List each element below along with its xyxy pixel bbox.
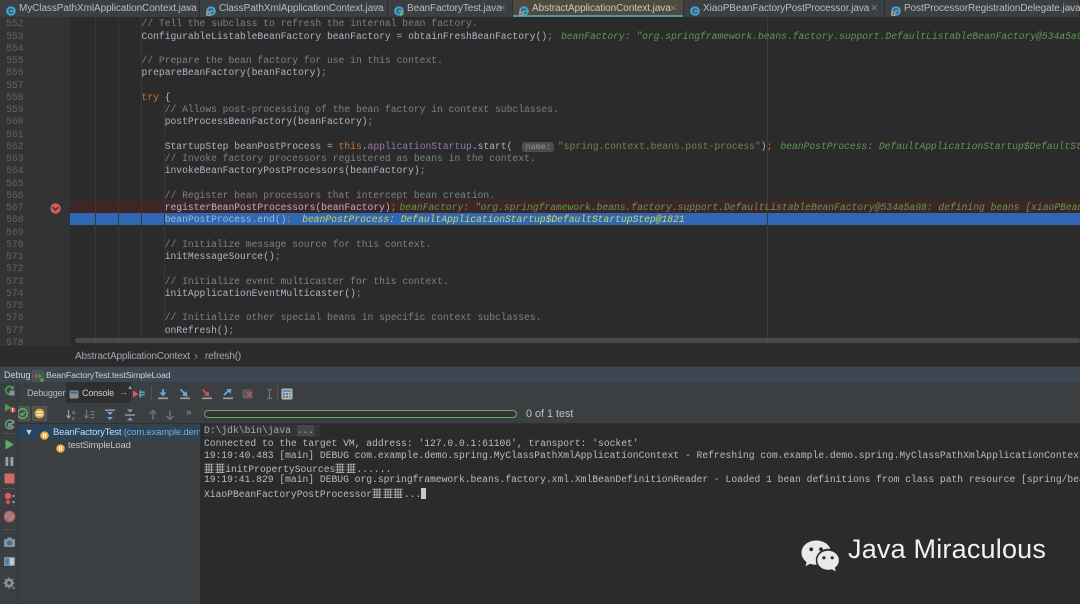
svg-text:z: z bbox=[72, 416, 75, 421]
svg-text:C: C bbox=[692, 6, 697, 15]
svg-text:C: C bbox=[8, 6, 13, 15]
